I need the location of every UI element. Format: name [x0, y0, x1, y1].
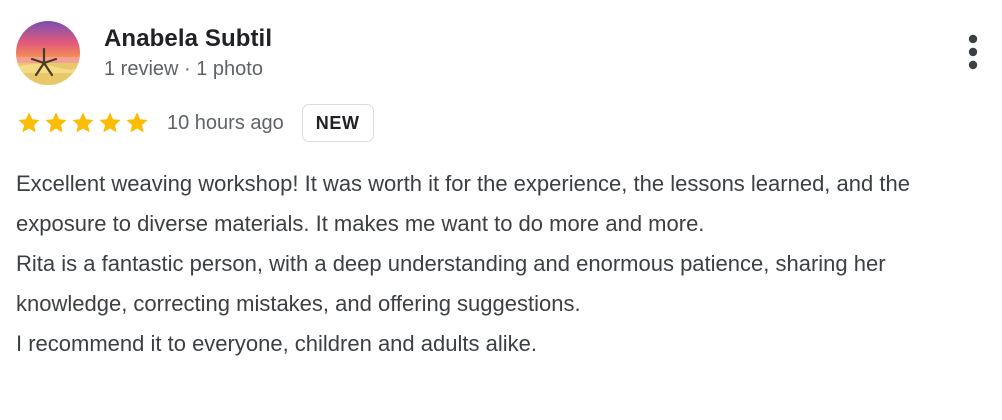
star-icon	[16, 110, 42, 136]
more-options-button[interactable]	[955, 30, 991, 74]
new-badge: NEW	[301, 104, 374, 142]
review-text: Excellent weaving workshop! It was worth…	[16, 164, 991, 364]
review-time: 10 hours ago	[167, 112, 284, 134]
review-paragraph: Excellent weaving workshop! It was worth…	[16, 171, 910, 236]
beach-sunset-starfish-icon	[16, 21, 80, 85]
avatar[interactable]	[16, 21, 80, 85]
rating-row: 10 hours ago NEW	[16, 102, 374, 144]
review-card: Anabela Subtil 1 review · 1 photo 10 hou…	[0, 0, 1002, 420]
author-meta: 1 review · 1 photo	[104, 58, 263, 80]
star-rating	[16, 110, 151, 136]
review-header: Anabela Subtil 1 review · 1 photo	[16, 20, 272, 86]
more-vert-icon	[968, 34, 978, 70]
author-info: Anabela Subtil 1 review · 1 photo	[104, 24, 272, 82]
review-paragraph: I recommend it to everyone, children and…	[16, 331, 537, 356]
star-icon	[97, 110, 123, 136]
star-icon	[70, 110, 96, 136]
author-name[interactable]: Anabela Subtil	[104, 24, 272, 54]
review-paragraph: Rita is a fantastic person, with a deep …	[16, 251, 886, 316]
star-icon	[43, 110, 69, 136]
star-icon	[124, 110, 150, 136]
